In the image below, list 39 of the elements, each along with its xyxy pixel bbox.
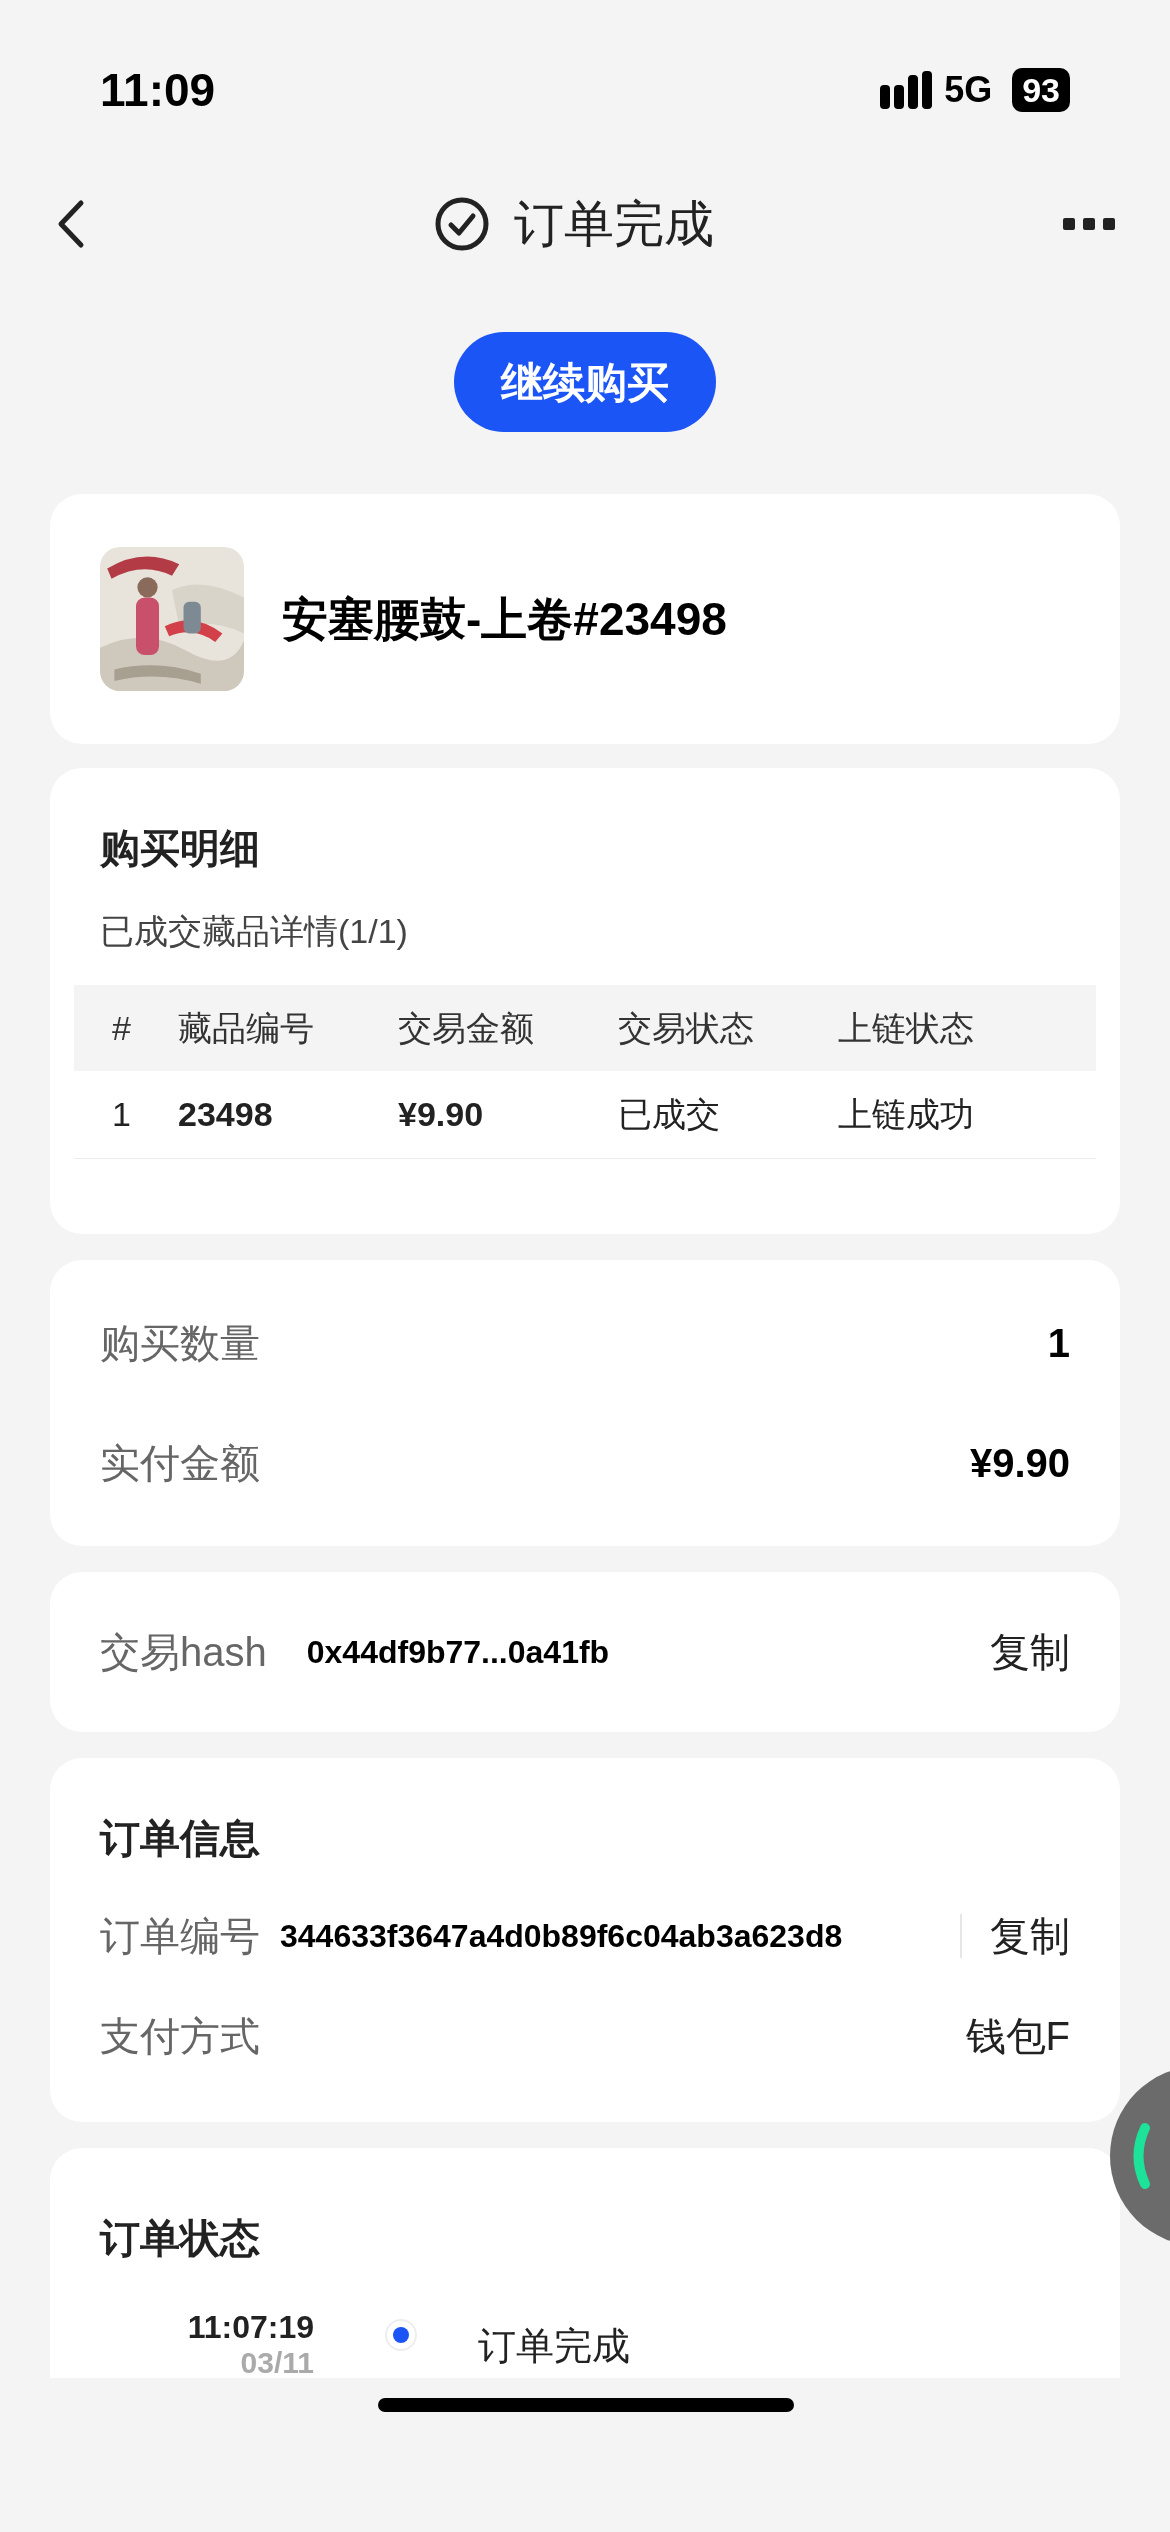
section-title: 订单状态 <box>100 2215 261 2262</box>
hash-label: 交易hash <box>100 1629 267 1676</box>
page-title: 订单完成 <box>514 194 714 254</box>
event-date: 03/11 <box>240 2346 314 2380</box>
network-label: 5G <box>944 68 993 112</box>
section-title: 购买明细 <box>99 825 261 872</box>
section-title: 订单信息 <box>100 1815 261 1862</box>
column-header: 交易金额 <box>398 1007 535 1049</box>
column-header: 藏品编号 <box>178 1007 315 1049</box>
copy-button[interactable]: 复制 <box>990 1622 1070 1682</box>
table-cell-text: 上链成功 <box>838 1094 975 1135</box>
hash-value: 0x44df9b77...0a41fb <box>306 1633 610 1672</box>
order-number: 344633f3647a4d0b89f6c04ab3a623d8 <box>280 1917 843 1956</box>
event-time: 11:07:19 <box>187 2308 314 2346</box>
column-header: 上链状态 <box>838 1007 975 1049</box>
product-name: 安塞腰鼓-上卷#23498 <box>282 591 727 647</box>
status-time: 11:09 <box>100 62 216 118</box>
info-label: 支付方式 <box>100 2013 260 2060</box>
timeline-dot-icon <box>384 2318 418 2352</box>
section-subtitle: 已成交藏品详情(1/1) <box>99 911 409 952</box>
table-cell-text: 1 <box>111 1094 132 1135</box>
summary-value: 1 <box>1047 1320 1070 1367</box>
info-value: 钱包F <box>965 2013 1070 2060</box>
column-header: # <box>111 1007 132 1049</box>
column-header: 交易状态 <box>618 1007 755 1049</box>
table-cell-text: 已成交 <box>618 1094 721 1135</box>
event-text: 订单完成 <box>478 2324 630 2369</box>
copy-button[interactable]: 复制 <box>990 1906 1070 1966</box>
summary-label: 购买数量 <box>100 1320 260 1367</box>
summary-value: ¥9.90 <box>969 1440 1070 1487</box>
continue-button[interactable]: 继续购买 <box>454 332 716 432</box>
info-label: 订单编号 <box>100 1913 260 1960</box>
check-circle-icon <box>434 196 490 252</box>
table-cell-text: 23498 <box>178 1094 274 1135</box>
signal-icon <box>880 71 933 109</box>
summary-label: 实付金额 <box>100 1440 260 1487</box>
table-cell-text: ¥9.90 <box>398 1094 485 1135</box>
more-icon[interactable] <box>1063 218 1115 230</box>
battery-indicator: 93 <box>1012 68 1070 112</box>
